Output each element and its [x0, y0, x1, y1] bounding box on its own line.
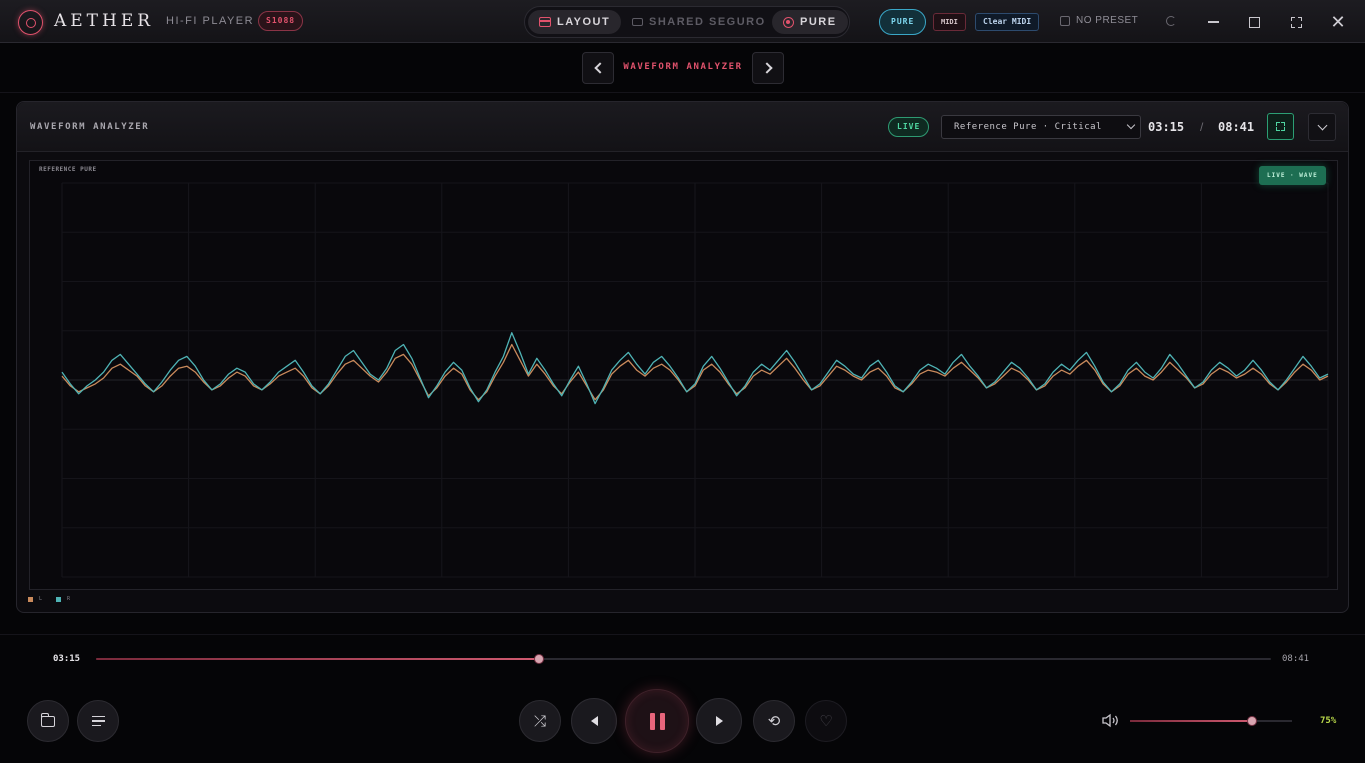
- legend-item-l: L: [28, 596, 42, 602]
- seek-current-time: 03:15: [53, 654, 81, 664]
- maximize-button[interactable]: [1240, 8, 1268, 36]
- volume-value: 75%: [1320, 716, 1337, 726]
- session-badge: S1088: [258, 11, 304, 31]
- mode-segmented-control: LAYOUT SHARED SEGURO PURE: [524, 6, 850, 38]
- app-subtitle: HI-FI PLAYER: [166, 15, 255, 27]
- panel-title: WAVEFORM ANALYZER: [30, 122, 150, 132]
- clear-midi-button[interactable]: Clear MIDI: [975, 13, 1040, 31]
- mode-select[interactable]: Reference Pure · Critical: [941, 115, 1141, 139]
- link-icon: [632, 18, 643, 26]
- close-icon: ✕: [1330, 12, 1346, 32]
- chevron-down-icon: [1126, 120, 1136, 130]
- shuffle-button[interactable]: ⤮: [519, 700, 561, 742]
- list-icon: [91, 715, 105, 727]
- fullscreen-button[interactable]: [1282, 8, 1310, 36]
- legend-swatch: [28, 596, 33, 602]
- preset-selector[interactable]: NO PRESET: [1060, 15, 1138, 26]
- previous-icon: [590, 716, 598, 726]
- collapse-button[interactable]: [1308, 113, 1336, 141]
- minimize-icon: [1207, 21, 1219, 23]
- current-time: 03:15: [1148, 120, 1185, 134]
- playlist-button[interactable]: [77, 700, 119, 742]
- maximize-icon: [1248, 16, 1260, 28]
- chevron-right-icon: [760, 62, 773, 74]
- next-track-button[interactable]: [696, 698, 742, 744]
- repeat-icon: ⟲: [767, 711, 781, 730]
- record-dot-icon: [783, 16, 794, 28]
- volume-icon[interactable]: [1102, 713, 1120, 728]
- legend-label: R: [67, 596, 71, 602]
- plot-label: REFERENCE PURE: [39, 166, 97, 173]
- seek-total-time: 08:41: [1282, 654, 1310, 664]
- pure-tab-label: PURE: [800, 16, 837, 28]
- legend-swatch: [56, 596, 62, 602]
- pure-mode-button[interactable]: PURE: [879, 9, 927, 35]
- app-brand: AETHER: [54, 11, 155, 31]
- close-button[interactable]: ✕: [1324, 8, 1352, 36]
- layout-tab-label: LAYOUT: [557, 16, 611, 28]
- live-wave-badge: LIVE · WAVE: [1259, 166, 1326, 185]
- preset-icon: [1060, 15, 1070, 26]
- midi-button[interactable]: MIDI: [933, 13, 966, 31]
- repeat-button[interactable]: ⟲: [753, 700, 795, 742]
- favorite-button[interactable]: ♡: [805, 700, 847, 742]
- waveform-panel: WAVEFORM ANALYZER LIVE Reference Pure · …: [16, 101, 1349, 613]
- divider: [0, 92, 1365, 93]
- layout-tab[interactable]: LAYOUT: [528, 10, 622, 34]
- shuffle-icon: ⤮: [533, 711, 546, 730]
- panel-header: WAVEFORM ANALYZER LIVE Reference Pure · …: [17, 102, 1348, 152]
- live-badge[interactable]: LIVE: [888, 117, 930, 137]
- next-view-button[interactable]: [752, 52, 784, 84]
- minimize-button[interactable]: [1199, 8, 1227, 36]
- title-bar: AETHER HI-FI PLAYER S1088 LAYOUT SHARED …: [0, 0, 1365, 43]
- heart-icon: ♡: [819, 711, 833, 730]
- view-title: WAVEFORM ANALYZER: [623, 62, 743, 72]
- chevron-left-icon: [593, 62, 606, 74]
- sync-icon[interactable]: [1166, 16, 1176, 26]
- layout-icon: [539, 17, 551, 27]
- seek-handle[interactable]: [533, 654, 544, 664]
- mode-select-value: Reference Pure · Critical: [954, 122, 1102, 132]
- next-icon: [715, 716, 723, 726]
- preset-label: NO PRESET: [1076, 15, 1139, 26]
- volume-handle[interactable]: [1246, 716, 1257, 726]
- legend-label: L: [39, 596, 43, 602]
- open-folder-button[interactable]: [27, 700, 69, 742]
- shared-seguro-tab[interactable]: SHARED SEGURO: [621, 10, 777, 34]
- volume-level: [1130, 720, 1252, 722]
- pause-icon: [649, 712, 665, 730]
- total-time: 08:41: [1218, 120, 1255, 134]
- previous-view-button[interactable]: [582, 52, 614, 84]
- expand-button[interactable]: [1267, 113, 1294, 140]
- legend: L R: [28, 596, 70, 602]
- fullscreen-icon: [1290, 16, 1302, 28]
- seek-progress: [96, 658, 539, 660]
- shared-tab-label: SHARED SEGURO: [649, 16, 766, 28]
- folder-icon: [40, 712, 55, 727]
- play-pause-button[interactable]: [625, 689, 689, 753]
- logo-icon: [18, 10, 43, 35]
- volume-slider[interactable]: [1130, 716, 1292, 726]
- legend-item-r: R: [56, 596, 70, 602]
- previous-track-button[interactable]: [571, 698, 617, 744]
- chart-grid: [61, 182, 1329, 578]
- time-separator: /: [1200, 120, 1204, 134]
- waveform-chart: [61, 182, 1329, 578]
- pure-tab[interactable]: PURE: [772, 10, 848, 34]
- seek-bar[interactable]: [96, 654, 1271, 664]
- divider: [0, 634, 1365, 635]
- waveform-plot: REFERENCE PURE LIVE · WAVE: [29, 160, 1338, 590]
